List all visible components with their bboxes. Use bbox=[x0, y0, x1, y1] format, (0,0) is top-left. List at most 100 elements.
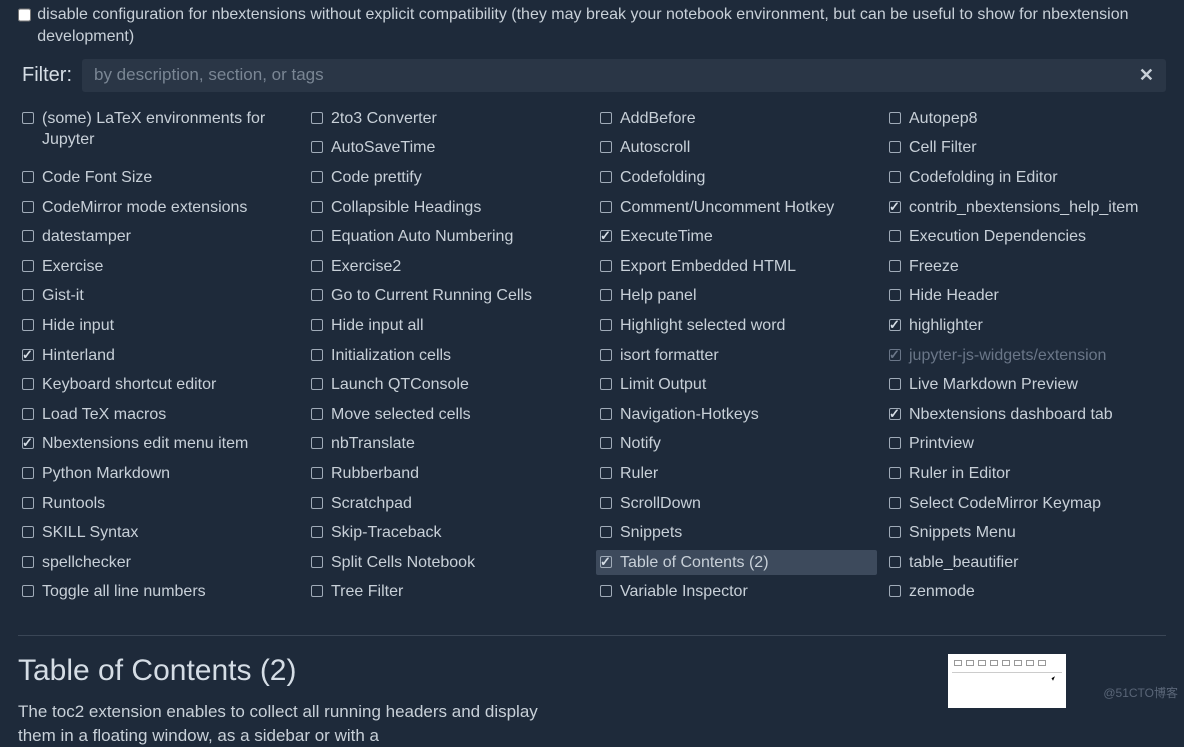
checkbox-icon[interactable] bbox=[311, 349, 323, 361]
extension-item[interactable]: Toggle all line numbers bbox=[18, 579, 299, 605]
checkbox-icon[interactable] bbox=[311, 171, 323, 183]
extension-item[interactable]: nbTranslate bbox=[307, 431, 588, 457]
extension-item[interactable]: Split Cells Notebook bbox=[307, 550, 588, 576]
extension-item[interactable]: Printview bbox=[885, 431, 1166, 457]
extension-item[interactable]: table_beautifier bbox=[885, 550, 1166, 576]
extension-item[interactable]: CodeMirror mode extensions bbox=[18, 195, 299, 221]
checkbox-icon[interactable] bbox=[311, 556, 323, 568]
checkbox-icon[interactable] bbox=[22, 378, 34, 390]
extension-item[interactable]: Select CodeMirror Keymap bbox=[885, 491, 1166, 517]
checkbox-icon[interactable] bbox=[600, 378, 612, 390]
filter-input[interactable] bbox=[94, 65, 1139, 85]
extension-item[interactable]: Code Font Size bbox=[18, 165, 299, 191]
extension-item[interactable]: Load TeX macros bbox=[18, 402, 299, 428]
checkbox-icon[interactable] bbox=[22, 201, 34, 213]
checkbox-icon[interactable] bbox=[889, 349, 901, 361]
checkbox-icon[interactable] bbox=[22, 112, 34, 124]
checkbox-icon[interactable] bbox=[311, 437, 323, 449]
checkbox-icon[interactable] bbox=[889, 526, 901, 538]
extension-item[interactable]: Hide Header bbox=[885, 283, 1166, 309]
checkbox-icon[interactable] bbox=[600, 112, 612, 124]
extension-item[interactable]: Initialization cells bbox=[307, 343, 588, 369]
checkbox-icon[interactable] bbox=[600, 289, 612, 301]
extension-item[interactable]: isort formatter bbox=[596, 343, 877, 369]
checkbox-icon[interactable] bbox=[311, 497, 323, 509]
checkbox-icon[interactable] bbox=[889, 556, 901, 568]
extension-item[interactable]: Snippets Menu bbox=[885, 520, 1166, 546]
checkbox-icon[interactable] bbox=[22, 289, 34, 301]
checkbox-icon[interactable] bbox=[311, 585, 323, 597]
checkbox-icon[interactable] bbox=[600, 526, 612, 538]
checkbox-icon[interactable] bbox=[22, 585, 34, 597]
checkbox-icon[interactable] bbox=[311, 112, 323, 124]
checkbox-icon[interactable] bbox=[311, 319, 323, 331]
extension-item[interactable]: Variable Inspector bbox=[596, 579, 877, 605]
checkbox-icon[interactable] bbox=[600, 171, 612, 183]
checkbox-icon[interactable] bbox=[600, 349, 612, 361]
checkbox-icon[interactable] bbox=[311, 526, 323, 538]
extension-item[interactable]: Navigation-Hotkeys bbox=[596, 402, 877, 428]
extension-item[interactable]: 2to3 Converter bbox=[307, 106, 588, 132]
extension-item[interactable]: Hide input bbox=[18, 313, 299, 339]
clear-icon[interactable]: ✕ bbox=[1139, 65, 1154, 86]
extension-item[interactable]: Code prettify bbox=[307, 165, 588, 191]
extension-item[interactable]: ScrollDown bbox=[596, 491, 877, 517]
checkbox-icon[interactable] bbox=[600, 201, 612, 213]
extension-item[interactable]: Rubberband bbox=[307, 461, 588, 487]
checkbox-icon[interactable] bbox=[600, 437, 612, 449]
extension-item[interactable]: Notify bbox=[596, 431, 877, 457]
checkbox-icon[interactable] bbox=[22, 230, 34, 242]
checkbox-icon[interactable] bbox=[600, 467, 612, 479]
checkbox-icon[interactable] bbox=[889, 497, 901, 509]
extension-item[interactable]: Move selected cells bbox=[307, 402, 588, 428]
extension-item[interactable]: (some) LaTeX environments for Jupyter bbox=[18, 106, 299, 161]
extension-item[interactable]: Export Embedded HTML bbox=[596, 254, 877, 280]
extension-item[interactable]: Freeze bbox=[885, 254, 1166, 280]
checkbox-icon[interactable] bbox=[889, 112, 901, 124]
extension-item[interactable]: Codefolding in Editor bbox=[885, 165, 1166, 191]
preview-thumbnail[interactable] bbox=[948, 654, 1066, 708]
extension-item[interactable]: ExecuteTime bbox=[596, 224, 877, 250]
extension-item[interactable]: Nbextensions dashboard tab bbox=[885, 402, 1166, 428]
checkbox-icon[interactable] bbox=[22, 497, 34, 509]
extension-item[interactable]: Collapsible Headings bbox=[307, 195, 588, 221]
extension-item[interactable]: Autopep8 bbox=[885, 106, 1166, 132]
checkbox-icon[interactable] bbox=[600, 408, 612, 420]
checkbox-icon[interactable] bbox=[311, 408, 323, 420]
extension-item[interactable]: Equation Auto Numbering bbox=[307, 224, 588, 250]
extension-item[interactable]: Ruler bbox=[596, 461, 877, 487]
checkbox-icon[interactable] bbox=[600, 260, 612, 272]
checkbox-icon[interactable] bbox=[22, 260, 34, 272]
extension-item[interactable]: spellchecker bbox=[18, 550, 299, 576]
extension-item[interactable]: Comment/Uncomment Hotkey bbox=[596, 195, 877, 221]
checkbox-icon[interactable] bbox=[600, 497, 612, 509]
extension-item[interactable]: Python Markdown bbox=[18, 461, 299, 487]
checkbox-icon[interactable] bbox=[22, 171, 34, 183]
extension-item[interactable]: zenmode bbox=[885, 579, 1166, 605]
extension-item[interactable]: Autoscroll bbox=[596, 135, 877, 161]
checkbox-icon[interactable] bbox=[889, 171, 901, 183]
checkbox-icon[interactable] bbox=[22, 408, 34, 420]
extension-item[interactable]: Help panel bbox=[596, 283, 877, 309]
checkbox-icon[interactable] bbox=[22, 349, 34, 361]
extension-item[interactable]: Scratchpad bbox=[307, 491, 588, 517]
extension-item[interactable]: Skip-Traceback bbox=[307, 520, 588, 546]
checkbox-icon[interactable] bbox=[22, 526, 34, 538]
filter-input-wrap[interactable]: ✕ bbox=[82, 59, 1166, 92]
extension-item[interactable]: Nbextensions edit menu item bbox=[18, 431, 299, 457]
extension-item[interactable]: Execution Dependencies bbox=[885, 224, 1166, 250]
checkbox-icon[interactable] bbox=[889, 585, 901, 597]
checkbox-icon[interactable] bbox=[311, 260, 323, 272]
extension-item[interactable]: Exercise2 bbox=[307, 254, 588, 280]
extension-item[interactable]: SKILL Syntax bbox=[18, 520, 299, 546]
extension-item[interactable]: contrib_nbextensions_help_item bbox=[885, 195, 1166, 221]
extension-item[interactable]: highlighter bbox=[885, 313, 1166, 339]
checkbox-icon[interactable] bbox=[600, 319, 612, 331]
checkbox-icon[interactable] bbox=[22, 467, 34, 479]
extension-item[interactable]: Tree Filter bbox=[307, 579, 588, 605]
checkbox-icon[interactable] bbox=[311, 289, 323, 301]
extension-item[interactable]: Keyboard shortcut editor bbox=[18, 372, 299, 398]
checkbox-icon[interactable] bbox=[889, 289, 901, 301]
checkbox-icon[interactable] bbox=[889, 260, 901, 272]
checkbox-icon[interactable] bbox=[889, 201, 901, 213]
